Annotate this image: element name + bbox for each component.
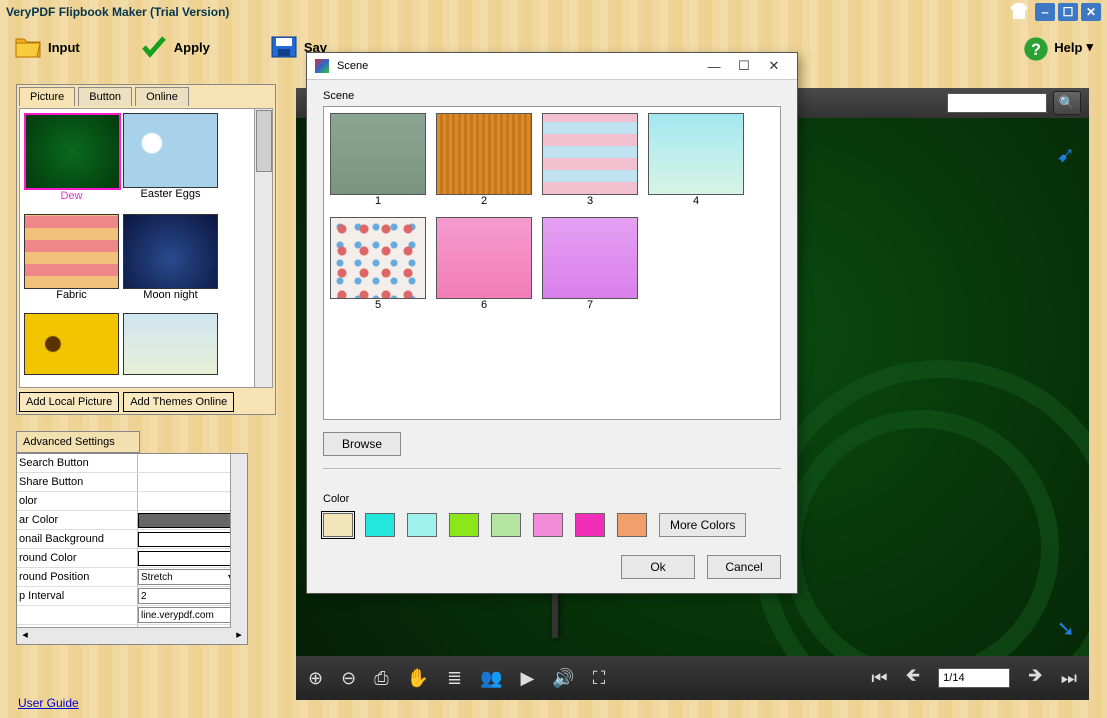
scene-thumb-1[interactable]: 1 <box>330 113 426 207</box>
interval-input[interactable]: 2 <box>138 588 236 604</box>
thumb-fabric[interactable]: Fabric <box>24 214 119 309</box>
color-swatch-8[interactable] <box>617 513 647 537</box>
color-swatch[interactable] <box>138 513 235 528</box>
ok-button[interactable]: Ok <box>621 555 695 579</box>
dropdown-icon: ▾ <box>1086 39 1093 55</box>
input-label: Input <box>48 40 80 55</box>
titlebar: VeryPDF Flipbook Maker (Trial Version) ‒… <box>0 0 1107 24</box>
dialog-icon <box>315 59 329 73</box>
dialog-minimize-button[interactable]: — <box>699 59 729 74</box>
browse-button[interactable]: Browse <box>323 432 401 456</box>
help-label: Help <box>1054 40 1082 55</box>
preview-controls: ⊕ ⊖ ⎙ ✋ ≣ 👥 ▶ 🔊 ⛶ ⏮ 🡸 1/14 🡺 ⏭ <box>296 656 1089 700</box>
maximize-button[interactable]: ☐ <box>1058 3 1078 21</box>
scene-thumb-4[interactable]: 4 <box>648 113 744 207</box>
tab-button[interactable]: Button <box>78 87 132 106</box>
bgpos-dropdown[interactable]: Stretch▾ <box>138 569 236 585</box>
arrow-icon[interactable]: ➘ <box>1057 616 1075 642</box>
color-swatch-6[interactable] <box>533 513 563 537</box>
tab-online[interactable]: Online <box>135 87 189 106</box>
scene-thumb-7[interactable]: 7 <box>542 217 638 311</box>
thumb-scrollbar[interactable] <box>254 109 272 387</box>
help-button[interactable]: ? Help ▾ <box>1022 35 1093 59</box>
advanced-settings-title: Advanced Settings <box>16 431 140 453</box>
preview-search-icon[interactable]: 🔍 <box>1053 91 1081 115</box>
add-themes-online-button[interactable]: Add Themes Online <box>123 392 234 412</box>
thumb-sunflower[interactable] <box>24 313 119 383</box>
thumb-dew[interactable]: Dew <box>24 113 119 210</box>
scene-dialog: Scene — ☐ ✕ Scene 1 2 3 4 5 6 7 Browse C… <box>306 52 798 594</box>
fullscreen-icon[interactable]: ⛶ <box>593 668 606 689</box>
scene-grid: 1 2 3 4 5 6 7 <box>323 106 781 420</box>
left-column: Picture Button Online Dew Easter Eggs Fa… <box>16 84 276 645</box>
folder-icon <box>14 35 42 59</box>
help-icon: ? <box>1022 35 1050 59</box>
page-number-input[interactable]: 1/14 <box>938 668 1010 688</box>
scene-thumb-3[interactable]: 3 <box>542 113 638 207</box>
print-icon[interactable]: ⎙ <box>374 668 388 689</box>
color-swatch-4[interactable] <box>449 513 479 537</box>
user-guide-link[interactable]: User Guide <box>18 696 79 710</box>
input-button[interactable]: Input <box>14 35 80 59</box>
url-input[interactable]: line.verypdf.com <box>138 607 236 623</box>
dialog-maximize-button[interactable]: ☐ <box>729 58 759 74</box>
hand-icon[interactable]: ✋ <box>407 668 429 689</box>
settings-scrollbar[interactable] <box>230 454 247 628</box>
sound-icon[interactable]: 🔊 <box>552 668 574 689</box>
color-swatch-7[interactable] <box>575 513 605 537</box>
color-swatch-3[interactable] <box>407 513 437 537</box>
dialog-close-button[interactable]: ✕ <box>759 58 789 74</box>
scene-thumb-5[interactable]: 5 <box>330 217 426 311</box>
theme-thumbnails: Dew Easter Eggs Fabric Moon night <box>19 108 273 388</box>
color-palette: More Colors <box>323 513 781 537</box>
minimize-button[interactable]: ‒ <box>1035 3 1055 21</box>
prev-page-icon[interactable]: 🡸 <box>906 663 921 693</box>
svg-text:?: ? <box>1031 41 1041 59</box>
more-colors-button[interactable]: More Colors <box>659 513 746 537</box>
apply-label: Apply <box>174 40 210 55</box>
zoom-out-icon[interactable]: ⊖ <box>341 668 356 689</box>
last-page-icon[interactable]: ⏭ <box>1061 668 1077 689</box>
color-label: Color <box>323 493 781 505</box>
theme-panel: Picture Button Online Dew Easter Eggs Fa… <box>16 84 276 415</box>
arrow-icon[interactable]: ➹ <box>1057 142 1075 168</box>
close-button[interactable]: ✕ <box>1081 3 1101 21</box>
color-swatch-1[interactable] <box>323 513 353 537</box>
advanced-settings-grid[interactable]: Search Button Share Button olor ar Color… <box>16 453 248 645</box>
color-swatch[interactable] <box>138 532 235 547</box>
app-title: VeryPDF Flipbook Maker (Trial Version) <box>6 5 229 19</box>
add-local-picture-button[interactable]: Add Local Picture <box>19 392 119 412</box>
thumb-windmill[interactable] <box>123 313 218 383</box>
color-swatch-5[interactable] <box>491 513 521 537</box>
dialog-title: Scene <box>337 60 368 72</box>
thumb-easter-eggs[interactable]: Easter Eggs <box>123 113 218 210</box>
apply-button[interactable]: Apply <box>140 35 210 59</box>
scene-thumb-2[interactable]: 2 <box>436 113 532 207</box>
next-page-icon[interactable]: 🡺 <box>1028 663 1043 693</box>
thumb-moon-night[interactable]: Moon night <box>123 214 218 309</box>
list-icon[interactable]: ≣ <box>447 668 462 689</box>
play-icon[interactable]: ▶ <box>521 668 535 689</box>
save-icon <box>270 35 298 59</box>
preview-search-input[interactable] <box>947 93 1047 113</box>
first-page-icon[interactable]: ⏮ <box>871 668 887 689</box>
share-icon[interactable]: 👥 <box>480 668 502 689</box>
color-swatch-2[interactable] <box>365 513 395 537</box>
check-icon <box>140 35 168 59</box>
app-window: VeryPDF Flipbook Maker (Trial Version) ‒… <box>0 0 1107 718</box>
color-swatch[interactable] <box>138 551 235 566</box>
scene-label: Scene <box>323 90 781 102</box>
scene-thumb-6[interactable]: 6 <box>436 217 532 311</box>
theme-icon[interactable] <box>1010 3 1028 19</box>
zoom-in-icon[interactable]: ⊕ <box>308 668 323 689</box>
tab-picture[interactable]: Picture <box>19 87 75 106</box>
dialog-titlebar: Scene — ☐ ✕ <box>307 53 797 80</box>
cancel-button[interactable]: Cancel <box>707 555 781 579</box>
